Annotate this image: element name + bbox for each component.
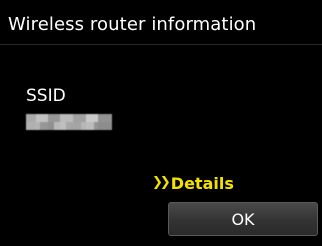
- details-label: Details: [170, 174, 234, 193]
- double-chevron-right-icon: ❯❯: [152, 175, 171, 190]
- details-link[interactable]: ❯❯ Details: [152, 174, 234, 193]
- ok-button[interactable]: OK: [168, 202, 318, 236]
- ssid-value-masked: [26, 114, 112, 130]
- header-divider: [0, 44, 322, 45]
- router-info-screen: Wireless router information SSID ❯❯ Deta…: [0, 0, 322, 246]
- ssid-label: SSID: [26, 86, 66, 106]
- page-title: Wireless router information: [8, 14, 257, 35]
- ok-button-label: OK: [231, 209, 255, 229]
